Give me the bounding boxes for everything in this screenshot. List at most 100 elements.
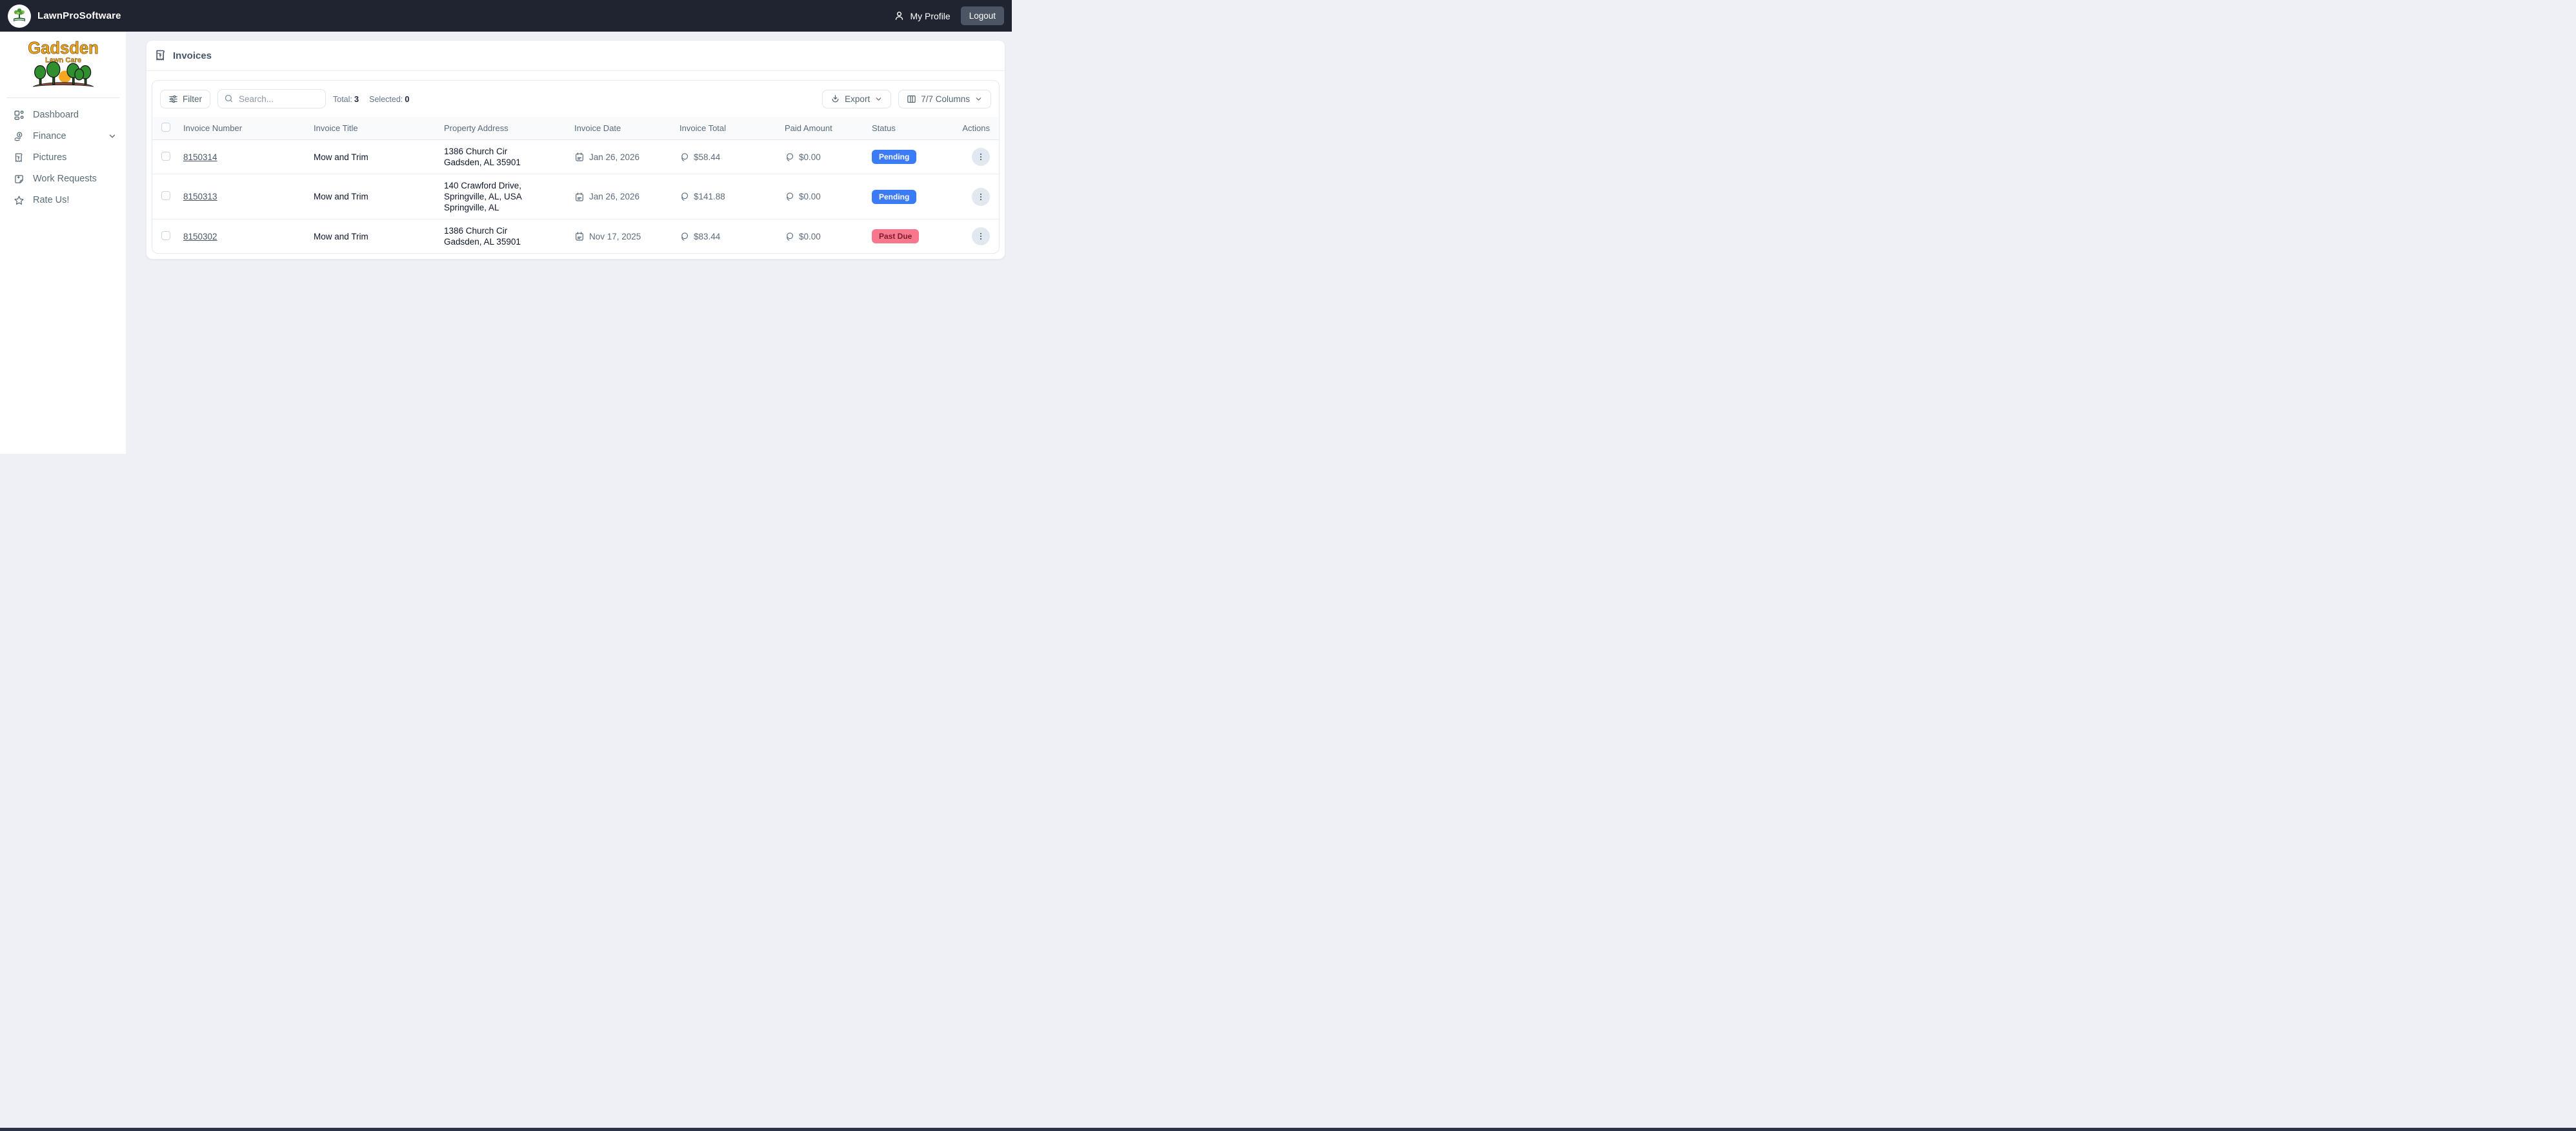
chevron-down-icon	[874, 95, 883, 103]
table-row: 8150302 Mow and Trim 1386 Church CirGads…	[152, 219, 999, 254]
logout-button[interactable]: Logout	[961, 6, 1004, 25]
export-label: Export	[845, 94, 870, 104]
status-cell: Pending	[867, 174, 951, 219]
actions-cell	[951, 219, 999, 254]
export-download-icon	[830, 94, 840, 104]
actions-cell	[951, 174, 999, 219]
gadsden-lawn-care-logo: Gadsden Lawn Care	[22, 38, 105, 91]
my-profile-button[interactable]: My Profile	[894, 10, 950, 21]
table-toolbar: Filter Total:3 Selected:0	[152, 81, 999, 117]
property-address-cell: 1386 Church CirGadsden, AL 35901	[439, 140, 569, 174]
sidebar: Gadsden Lawn Care Dashboard Finan	[0, 32, 126, 454]
column-header: Actions	[951, 117, 999, 140]
table-row: 8150314 Mow and Trim 1386 Church CirGads…	[152, 140, 999, 174]
sidebar-item-dashboard[interactable]: Dashboard	[0, 105, 126, 126]
column-header: Status	[867, 117, 951, 140]
row-checkbox[interactable]	[161, 152, 170, 161]
row-actions-menu-button[interactable]	[972, 188, 990, 206]
actions-cell	[951, 140, 999, 174]
table-header-row: Invoice NumberInvoice TitleProperty Addr…	[152, 117, 999, 140]
invoice-date-cell: Jan 26, 2026	[569, 140, 674, 174]
column-header: Property Address	[439, 117, 569, 140]
invoice-date-cell: Jan 26, 2026	[569, 174, 674, 219]
star-icon	[14, 195, 25, 206]
invoice-date-cell: Nov 17, 2025	[569, 219, 674, 254]
invoice-table-body: 8150314 Mow and Trim 1386 Church CirGads…	[152, 140, 999, 254]
invoices-table: Invoice NumberInvoice TitleProperty Addr…	[152, 117, 999, 253]
page-title: Invoices	[173, 50, 212, 61]
my-profile-label: My Profile	[910, 11, 950, 21]
user-icon	[894, 10, 905, 21]
filter-button[interactable]: Filter	[160, 90, 210, 108]
receipt-icon	[14, 152, 25, 163]
columns-button[interactable]: 7/7 Columns	[898, 90, 991, 108]
column-header: Invoice Number	[178, 117, 308, 140]
table-row: 8150313 Mow and Trim 140 Crawford Drive,…	[152, 174, 999, 219]
dashboard-grid-icon	[14, 110, 25, 121]
calendar-icon	[574, 231, 585, 241]
sidebar-divider	[6, 97, 119, 98]
row-checkbox[interactable]	[161, 191, 170, 200]
row-actions-menu-button[interactable]	[972, 227, 990, 245]
kebab-menu-icon	[976, 192, 985, 201]
column-header: Invoice Title	[308, 117, 439, 140]
invoice-number-link[interactable]: 8150314	[183, 152, 217, 162]
sidebar-item-label: Rate Us!	[33, 195, 69, 205]
columns-icon	[907, 94, 916, 104]
column-header: Invoice Date	[569, 117, 674, 140]
invoice-total-cell: $141.88	[674, 174, 780, 219]
sidebar-item-rate-us[interactable]: Rate Us!	[0, 190, 126, 211]
coins-icon	[785, 192, 794, 201]
chevron-down-icon	[974, 95, 983, 103]
row-checkbox[interactable]	[161, 231, 170, 240]
sidebar-item-label: Pictures	[33, 152, 66, 163]
column-header: Invoice Total	[674, 117, 780, 140]
lawnpro-tree-logo-icon	[8, 5, 31, 28]
bottom-edge-bar	[0, 1128, 2576, 1131]
sidebar-item-label: Work Requests	[33, 174, 97, 184]
invoice-title-cell: Mow and Trim	[308, 140, 439, 174]
invoice-number-link[interactable]: 8150302	[183, 232, 217, 241]
filter-sliders-icon	[168, 94, 178, 104]
kebab-menu-icon	[976, 152, 985, 161]
invoice-number-link[interactable]: 8150313	[183, 192, 217, 201]
sidebar-item-label: Dashboard	[33, 110, 79, 120]
status-cell: Pending	[867, 140, 951, 174]
finance-hand-dollar-icon	[14, 131, 25, 142]
chevron-down-icon	[108, 132, 117, 141]
invoice-total-cell: $83.44	[674, 219, 780, 254]
invoice-title-cell: Mow and Trim	[308, 174, 439, 219]
sidebar-item-finance[interactable]: Finance	[0, 126, 126, 147]
table-counts: Total:3 Selected:0	[333, 94, 409, 104]
coins-icon	[679, 232, 689, 241]
calendar-icon	[574, 192, 585, 202]
property-address-cell: 1386 Church CirGadsden, AL 35901	[439, 219, 569, 254]
invoice-total-cell: $58.44	[674, 140, 780, 174]
note-plus-icon	[14, 174, 25, 185]
svg-text:Gadsden: Gadsden	[28, 39, 98, 57]
sidebar-item-label: Finance	[33, 131, 66, 141]
selected-label: Selected:	[369, 95, 403, 104]
coins-icon	[679, 152, 689, 162]
select-all-checkbox[interactable]	[161, 123, 170, 132]
selected-value: 0	[405, 94, 409, 104]
search-icon	[224, 94, 234, 103]
status-badge: Pending	[872, 150, 916, 164]
invoice-title-cell: Mow and Trim	[308, 219, 439, 254]
calendar-icon	[574, 152, 585, 162]
paid-amount-cell: $0.00	[780, 174, 867, 219]
status-badge: Past Due	[872, 229, 919, 243]
coins-icon	[785, 232, 794, 241]
filter-label: Filter	[183, 94, 202, 104]
column-header: Paid Amount	[780, 117, 867, 140]
export-button[interactable]: Export	[822, 90, 891, 108]
coins-icon	[679, 192, 689, 201]
invoice-receipt-icon	[154, 49, 167, 62]
coins-icon	[785, 152, 794, 162]
total-label: Total:	[333, 95, 352, 104]
sidebar-item-work-requests[interactable]: Work Requests	[0, 168, 126, 190]
row-actions-menu-button[interactable]	[972, 148, 990, 166]
sidebar-item-pictures[interactable]: Pictures	[0, 147, 126, 168]
search-input[interactable]	[217, 89, 326, 108]
main-content: Invoices Filter	[126, 32, 1014, 442]
